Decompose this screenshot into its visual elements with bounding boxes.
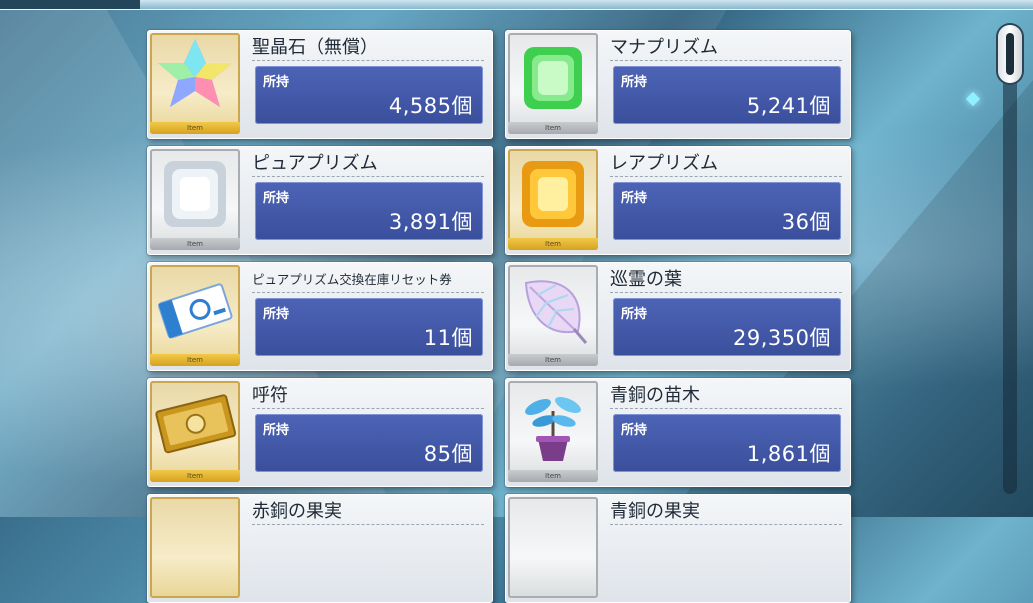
holding-count: 5,241個 [746,94,831,118]
item-band: Item [150,354,240,366]
scrollbar-track[interactable] [1003,27,1017,494]
top-bar [0,0,1033,10]
item-band: Item [508,354,598,366]
holding-label: 所持 [263,75,290,90]
holding-count: 11個 [423,326,473,350]
item-card-summon-ticket[interactable]: Item 呼符 所持 85個 [147,378,493,487]
item-band: Item [508,122,598,134]
rare-prism-icon [522,161,584,227]
item-band: Item [150,122,240,134]
item-thumbnail: Item [150,149,240,250]
item-card-saint-quartz[interactable]: Item 聖晶石（無償） 所持 4,585個 [147,30,493,139]
holding-box: 所持 3,891個 [255,182,483,240]
leaf-icon [524,280,588,344]
summon-ticket-icon [155,394,237,454]
mana-prism-icon [524,47,582,109]
item-name: マナプリズム [610,36,842,61]
holding-label: 所持 [263,307,290,322]
holding-label: 所持 [263,423,290,438]
holding-count: 1,861個 [746,442,831,466]
item-name: 赤銅の果実 [252,500,484,525]
item-band: Item [150,470,240,482]
item-name: ピュアプリズム [252,152,484,177]
holding-count: 85個 [423,442,473,466]
holding-box: 所持 36個 [613,182,841,240]
item-thumbnail: Item [508,33,598,134]
item-band: Item [150,238,240,250]
scrollbar-thumb[interactable] [998,25,1022,83]
item-thumbnail [150,497,240,598]
item-card-bronze-fruit[interactable]: 青銅の果実 [505,494,851,603]
saint-quartz-icon [158,39,232,107]
holding-count: 4,585個 [388,94,473,118]
bronze-sapling-icon [525,396,581,461]
item-card-copper-fruit[interactable]: 赤銅の果実 [147,494,493,603]
holding-label: 所持 [621,191,648,206]
item-name: 巡霊の葉 [610,268,842,293]
item-thumbnail: Item [150,33,240,134]
item-name: 青銅の果実 [610,500,842,525]
holding-box: 所持 5,241個 [613,66,841,124]
holding-label: 所持 [263,191,290,206]
item-thumbnail: Item [508,265,598,366]
item-name: 青銅の苗木 [610,384,842,409]
holding-box: 所持 11個 [255,298,483,356]
item-card-leaf[interactable]: Item 巡霊の葉 所持 29,350個 [505,262,851,371]
item-name: ピュアプリズム交換在庫リセット券 [252,268,484,293]
holding-box: 所持 85個 [255,414,483,472]
item-thumbnail [508,497,598,598]
item-thumbnail: Item [150,265,240,366]
item-card-pure-prism[interactable]: Item ピュアプリズム 所持 3,891個 [147,146,493,255]
item-card-reset-ticket[interactable]: Item ピュアプリズム交換在庫リセット券 所持 11個 [147,262,493,371]
holding-box: 所持 1,861個 [613,414,841,472]
item-thumbnail: Item [150,381,240,482]
holding-label: 所持 [621,75,648,90]
item-thumbnail: Item [508,381,598,482]
holding-count: 29,350個 [733,326,831,350]
holding-label: 所持 [621,307,648,322]
holding-label: 所持 [621,423,648,438]
holding-count: 36個 [781,210,831,234]
item-name: 呼符 [252,384,484,409]
item-card-rare-prism[interactable]: Item レアプリズム 所持 36個 [505,146,851,255]
item-band: Item [508,470,598,482]
reset-ticket-icon [158,283,233,339]
holding-box: 所持 4,585個 [255,66,483,124]
top-bar-dark-segment [0,0,140,9]
item-thumbnail: Item [508,149,598,250]
item-name: 聖晶石（無償） [252,36,484,61]
item-card-bronze-sapling[interactable]: Item 青銅の苗木 所持 1,861個 [505,378,851,487]
item-name: レアプリズム [610,152,842,177]
item-card-mana-prism[interactable]: Item マナプリズム 所持 5,241個 [505,30,851,139]
pure-prism-icon [164,161,226,227]
item-band: Item [508,238,598,250]
holding-box: 所持 29,350個 [613,298,841,356]
holding-count: 3,891個 [388,210,473,234]
